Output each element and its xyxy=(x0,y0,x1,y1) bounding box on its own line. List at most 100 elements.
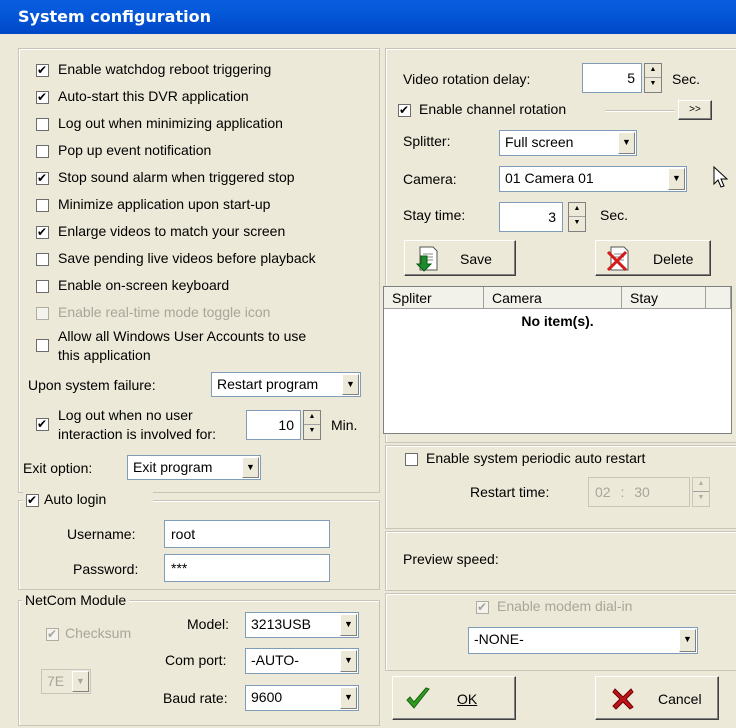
password-label: Password: xyxy=(73,561,139,577)
allow-accounts-label-line1: Allow all Windows User Accounts to use xyxy=(58,328,307,344)
save-icon xyxy=(415,246,438,272)
mouse-cursor-icon xyxy=(713,166,729,188)
camera-label: Camera: xyxy=(403,171,457,187)
chevron-down-icon: ▼ xyxy=(72,671,89,692)
modem-select[interactable]: -NONE- ▼ xyxy=(468,627,698,654)
enlarge-videos-checkbox[interactable] xyxy=(36,224,49,240)
delete-icon xyxy=(606,246,629,272)
stop-sound-checkbox[interactable] xyxy=(36,170,49,186)
column-header-spliter[interactable]: Spliter xyxy=(384,287,484,309)
chevron-down-icon: ▼ xyxy=(618,132,635,154)
chevron-down-icon: ▼ xyxy=(340,650,357,672)
onscreen-keyboard-checkbox[interactable] xyxy=(36,280,49,293)
cancel-button[interactable]: Cancel xyxy=(595,676,719,720)
watchdog-label: Enable watchdog reboot triggering xyxy=(58,61,272,77)
preview-speed-label: Preview speed: xyxy=(403,551,499,567)
rotation-delay-label: Video rotation delay: xyxy=(403,71,531,87)
auto-login-checkbox[interactable] xyxy=(26,492,39,508)
save-button[interactable]: Save xyxy=(404,240,516,276)
watchdog-checkbox[interactable] xyxy=(36,62,49,78)
checksum-checkbox xyxy=(46,626,59,642)
logout-minimize-label: Log out when minimizing application xyxy=(58,115,283,131)
model-select[interactable]: 3213USB ▼ xyxy=(245,612,359,638)
modem-value: -NONE- xyxy=(474,631,524,647)
expand-button[interactable]: >> xyxy=(678,100,712,120)
splitter-value: Full screen xyxy=(505,134,574,150)
username-input[interactable]: root xyxy=(164,520,330,548)
netcom-title: NetCom Module xyxy=(22,592,130,608)
onscreen-keyboard-label: Enable on-screen keyboard xyxy=(58,277,230,293)
checkmark-icon xyxy=(406,687,430,709)
exit-option-select[interactable]: Exit program ▼ xyxy=(127,455,261,480)
checksum-label: Checksum xyxy=(65,625,132,641)
save-pending-label: Save pending live videos before playback xyxy=(58,250,316,266)
channel-rotation-checkbox[interactable] xyxy=(398,102,411,118)
stay-time-unit: Sec. xyxy=(600,207,629,223)
delete-button[interactable]: Delete xyxy=(595,240,711,276)
rotation-delay-spinner[interactable]: ▲ ▼ xyxy=(644,63,662,93)
password-input[interactable]: *** xyxy=(164,554,330,582)
chevron-down-icon: ▼ xyxy=(242,457,259,478)
autostart-checkbox[interactable] xyxy=(36,89,49,105)
cancel-label: Cancel xyxy=(658,691,702,707)
comport-select[interactable]: -AUTO- ▼ xyxy=(245,648,359,674)
column-header-filler xyxy=(706,287,731,309)
minimize-startup-checkbox[interactable] xyxy=(36,199,49,212)
splitter-label: Splitter: xyxy=(403,133,451,149)
restart-time-spinner: ▲ ▼ xyxy=(692,477,710,507)
save-label: Save xyxy=(460,251,492,267)
camera-value: 01 Camera 01 xyxy=(505,170,594,186)
comport-value: -AUTO- xyxy=(251,652,299,668)
chevron-down-icon: ▼ xyxy=(340,614,357,636)
column-header-camera[interactable]: Camera xyxy=(484,287,622,309)
minimize-startup-label: Minimize application upon start-up xyxy=(58,196,271,212)
failure-select[interactable]: Restart program ▼ xyxy=(211,372,361,397)
spin-up-icon[interactable]: ▲ xyxy=(569,203,585,217)
username-label: Username: xyxy=(67,526,136,542)
chevron-down-icon: ▼ xyxy=(679,629,696,652)
logout-minutes-input[interactable]: 10 xyxy=(246,410,301,440)
save-pending-checkbox[interactable] xyxy=(36,253,49,266)
spin-down-icon[interactable]: ▼ xyxy=(645,78,661,92)
logout-minimize-checkbox[interactable] xyxy=(36,118,49,131)
auto-restart-checkbox[interactable] xyxy=(405,453,418,466)
logout-minutes-unit: Min. xyxy=(331,417,358,433)
realtime-toggle-label: Enable real-time mode toggle icon xyxy=(58,304,271,320)
exit-option-label: Exit option: xyxy=(23,460,93,476)
splitter-select[interactable]: Full screen ▼ xyxy=(499,130,637,156)
event-popup-checkbox[interactable] xyxy=(36,145,49,158)
channel-rotation-label: Enable channel rotation xyxy=(419,101,567,117)
auto-restart-label: Enable system periodic auto restart xyxy=(426,450,646,466)
checksum-select: 7E ▼ xyxy=(41,669,91,694)
logout-idle-checkbox[interactable] xyxy=(36,416,49,432)
ok-button[interactable]: OK xyxy=(392,676,516,720)
cancel-icon xyxy=(612,688,634,710)
spin-down-icon[interactable]: ▼ xyxy=(304,425,320,439)
spin-down-icon[interactable]: ▼ xyxy=(569,217,585,231)
empty-table-message: No item(s). xyxy=(521,313,594,329)
camera-select[interactable]: 01 Camera 01 ▼ xyxy=(499,166,687,192)
baudrate-select[interactable]: 9600 ▼ xyxy=(245,685,359,711)
autostart-label: Auto-start this DVR application xyxy=(58,88,249,104)
column-header-stay[interactable]: Stay xyxy=(622,287,706,309)
rotation-delay-input[interactable]: 5 xyxy=(582,63,642,93)
spin-up-icon[interactable]: ▲ xyxy=(645,64,661,78)
spin-up-icon: ▲ xyxy=(693,478,709,492)
auto-login-label: Auto login xyxy=(44,491,107,507)
chevron-down-icon: ▼ xyxy=(342,374,359,395)
delete-label: Delete xyxy=(653,251,694,267)
window-title: System configuration xyxy=(18,7,211,26)
title-bar: System configuration xyxy=(0,0,736,34)
modem-dialin-checkbox xyxy=(476,599,489,615)
modem-dialin-label: Enable modem dial-in xyxy=(497,598,633,614)
rotation-table[interactable]: Spliter Camera Stay No item(s). xyxy=(383,286,732,434)
allow-accounts-checkbox[interactable] xyxy=(36,339,49,352)
stay-time-input[interactable]: 3 xyxy=(499,202,563,232)
model-label: Model: xyxy=(187,616,230,632)
stay-time-spinner[interactable]: ▲ ▼ xyxy=(568,202,586,232)
allow-accounts-label-line2: this application xyxy=(58,347,151,363)
logout-minutes-spinner[interactable]: ▲ ▼ xyxy=(303,410,321,440)
failure-label: Upon system failure: xyxy=(28,377,156,393)
logout-idle-label-line1: Log out when no user xyxy=(58,407,193,423)
spin-up-icon[interactable]: ▲ xyxy=(304,411,320,425)
